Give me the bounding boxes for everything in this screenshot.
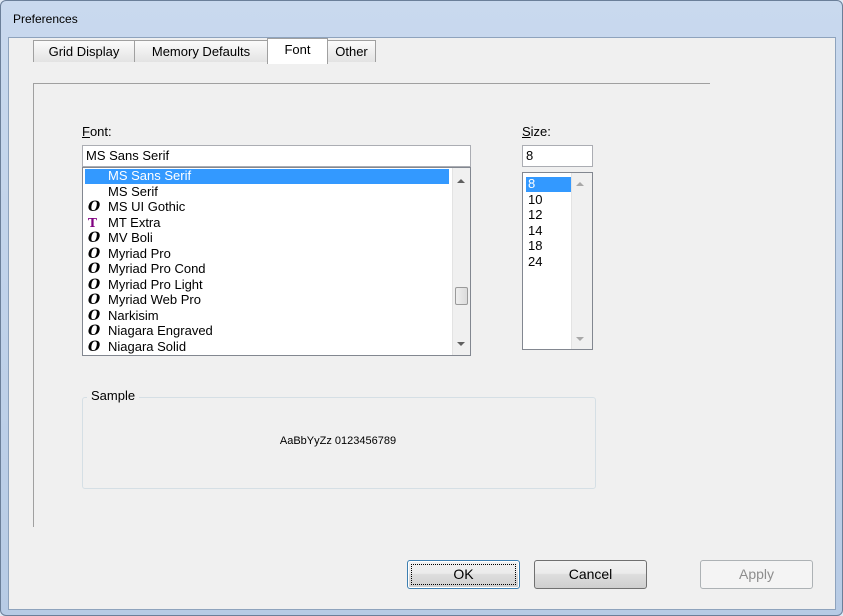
opentype-icon: O <box>88 261 101 277</box>
sample-preview-text: AaBbYyZz 0123456789 <box>279 435 397 447</box>
opentype-icon: O <box>88 338 101 355</box>
scroll-down-arrow-icon[interactable] <box>457 342 465 346</box>
font-list-scroll-thumb[interactable] <box>455 287 468 305</box>
tab-memory-defaults[interactable]: Memory Defaults <box>134 40 268 62</box>
opentype-icon: O <box>88 230 101 246</box>
apply-button[interactable]: Apply <box>700 560 813 589</box>
ok-button[interactable]: OK <box>407 560 520 589</box>
tab-font[interactable]: Font <box>267 38 328 64</box>
size-list-item[interactable]: 18 <box>526 239 573 254</box>
size-scroll-down-arrow-icon[interactable] <box>576 337 584 341</box>
font-list-item-label: MT Extra <box>108 214 161 230</box>
opentype-icon: O <box>88 323 101 339</box>
font-list-item-label: Myriad Pro Light <box>108 276 203 292</box>
title-bar[interactable]: Preferences <box>1 1 842 37</box>
font-list-item[interactable]: O Myriad Pro <box>85 245 449 262</box>
tab-other[interactable]: Other <box>327 40 376 62</box>
opentype-icon: O <box>88 245 101 262</box>
font-list-item[interactable]: O MS UI Gothic <box>85 200 449 215</box>
opentype-icon: O <box>88 199 101 215</box>
size-label: Size: <box>522 124 551 139</box>
font-list-item-label: Niagara Solid <box>108 338 187 354</box>
font-name-input[interactable]: MS Sans Serif <box>82 145 471 167</box>
font-list-item-label: MS Serif <box>108 183 158 199</box>
size-list[interactable]: 8 10 12 14 18 24 <box>522 172 593 350</box>
dialog-body: Grid Display Memory Defaults Font Other … <box>8 37 836 610</box>
font-list-item[interactable]: O Myriad Web Pro <box>85 293 449 308</box>
opentype-icon: O <box>88 276 101 293</box>
font-list-item[interactable]: O MV Boli <box>85 231 449 246</box>
truetype-icon: T <box>88 215 97 230</box>
size-input[interactable]: 8 <box>522 145 593 167</box>
font-list-item[interactable]: O Narkisim <box>85 307 449 324</box>
font-list-scrollbar[interactable] <box>452 168 470 355</box>
font-label: Font: <box>82 124 112 139</box>
font-list-item[interactable]: O Niagara Solid <box>85 338 449 355</box>
font-list-item-label: Niagara Engraved <box>108 323 213 338</box>
size-scroll-up-arrow-icon[interactable] <box>576 182 584 186</box>
font-list-item-label: Myriad Pro <box>108 245 171 261</box>
size-list-scrollbar[interactable] <box>571 173 592 349</box>
tab-panel-border <box>33 83 710 84</box>
preferences-window: Preferences Grid Display Memory Defaults… <box>0 0 843 616</box>
font-list-item-label: Myriad Web Pro <box>108 292 201 307</box>
size-list-item[interactable]: 24 <box>526 254 573 270</box>
font-list[interactable]: MS Sans Serif MS Serif O MS UI Gothic T MT Ex… <box>82 167 471 356</box>
font-list-item-label: Narkisim <box>108 307 159 323</box>
size-list-item[interactable]: 10 <box>526 192 573 208</box>
font-list-item[interactable]: O Myriad Pro Light <box>85 276 449 293</box>
tab-grid-display[interactable]: Grid Display <box>33 40 135 62</box>
font-list-item[interactable]: MS Sans Serif <box>85 169 449 184</box>
font-list-item[interactable]: T MT Extra <box>85 214 449 231</box>
font-list-item[interactable]: O Myriad Pro Cond <box>85 262 449 277</box>
font-list-item-label: Myriad Pro Cond <box>108 261 206 276</box>
cancel-button[interactable]: Cancel <box>534 560 647 589</box>
size-list-item[interactable]: 14 <box>526 223 573 239</box>
font-list-item-label: MS UI Gothic <box>108 199 186 214</box>
sample-group-title: Sample <box>87 388 140 403</box>
opentype-icon: O <box>88 307 101 324</box>
size-list-item[interactable]: 8 <box>526 177 573 192</box>
font-list-item[interactable]: O Niagara Engraved <box>85 324 449 339</box>
window-title: Preferences <box>13 12 78 26</box>
scroll-up-arrow-icon[interactable] <box>457 179 465 183</box>
font-list-item-label: MV Boli <box>108 230 153 245</box>
font-list-item-label: MS Sans Serif <box>108 168 192 183</box>
opentype-icon: O <box>88 292 101 308</box>
size-list-item[interactable]: 12 <box>526 208 573 223</box>
tab-panel-left-border <box>33 83 34 527</box>
font-list-item[interactable]: MS Serif <box>85 183 449 200</box>
